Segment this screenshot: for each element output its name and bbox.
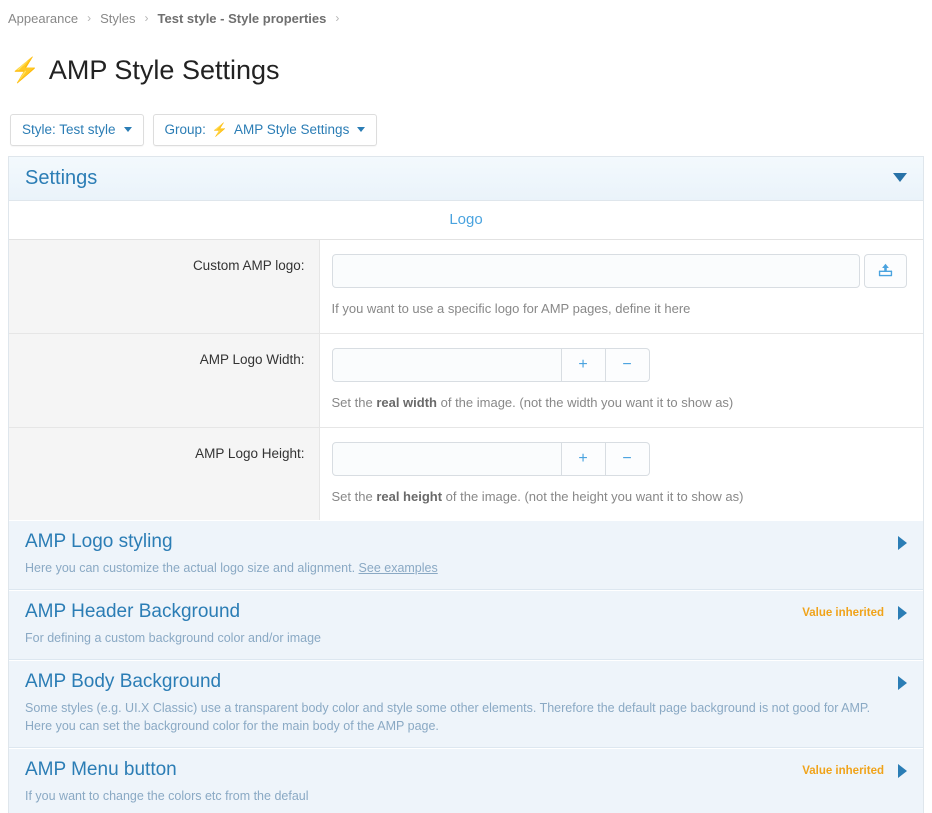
form-row-amp-logo-width: AMP Logo Width: + − Set the real width o… [9,333,923,427]
amp-logo-width-decrement-button[interactable]: − [606,348,650,382]
chevron-right-icon[interactable] [898,764,907,778]
breadcrumb: Appearance › Styles › Test style - Style… [0,0,932,36]
style-selector-label: Style: Test style [22,122,116,137]
breadcrumb-separator-icon: › [87,12,91,24]
form-row-custom-amp-logo: Custom AMP logo: [9,240,923,333]
amp-logo-width-label: AMP Logo Width: [9,333,319,427]
amp-logo-height-label: AMP Logo Height: [9,427,319,520]
chevron-down-icon [357,127,365,132]
section-description: Here you can customize the actual logo s… [25,559,905,577]
custom-amp-logo-help: If you want to use a specific logo for A… [332,300,908,319]
amp-logo-width-input[interactable] [332,348,562,382]
group-selector-label: AMP Style Settings [234,122,349,137]
settings-panel-header[interactable]: Settings [9,157,923,201]
breadcrumb-item-style-properties[interactable]: Test style - Style properties [158,11,327,26]
group-selector-button[interactable]: Group: ⚡ AMP Style Settings [153,114,378,146]
chevron-right-icon[interactable] [898,676,907,690]
help-text-pre: Set the [332,489,377,504]
help-text-post: of the image. (not the height you want i… [442,489,743,504]
page-title-text: AMP Style Settings [49,56,280,86]
lightning-bolt-icon: ⚡ [10,59,40,83]
help-text-pre: Set the [332,395,377,410]
section-title: AMP Header Background [25,601,240,624]
logo-settings-form: Custom AMP logo: [9,240,923,521]
upload-icon [877,262,894,279]
help-text-emphasis: real height [376,489,442,504]
amp-logo-height-decrement-button[interactable]: − [606,442,650,476]
settings-panel: Settings Logo Custom AMP logo: [8,156,924,521]
amp-logo-height-increment-button[interactable]: + [562,442,606,476]
breadcrumb-item-appearance[interactable]: Appearance [8,11,78,26]
breadcrumb-item-styles[interactable]: Styles [100,11,135,26]
chevron-right-icon[interactable] [898,606,907,620]
section-amp-menu-button[interactable]: AMP Menu button Value inherited If you w… [9,748,923,813]
chevron-down-icon[interactable] [893,173,907,182]
section-description-text: For defining a custom background color a… [25,631,321,645]
custom-amp-logo-input[interactable] [332,254,861,288]
section-title: AMP Body Background [25,671,221,694]
section-description-text: If you want to change the colors etc fro… [25,789,309,803]
tabstrip: Logo [9,201,923,240]
section-description: For defining a custom background color a… [25,629,905,647]
section-amp-body-background[interactable]: AMP Body Background Some styles (e.g. UI… [9,660,923,748]
section-list: AMP Logo styling Here you can customize … [8,520,924,813]
chevron-right-icon[interactable] [898,536,907,550]
help-text-post: of the image. (not the width you want it… [437,395,733,410]
style-selector-button[interactable]: Style: Test style [10,114,144,146]
section-title: AMP Logo styling [25,531,173,554]
amp-logo-width-help: Set the real width of the image. (not th… [332,394,908,413]
section-description-text: Here you can customize the actual logo s… [25,561,359,575]
upload-logo-button[interactable] [864,254,907,288]
tab-logo[interactable]: Logo [439,209,492,230]
amp-logo-height-input[interactable] [332,442,562,476]
help-text-emphasis: real width [376,395,437,410]
chevron-down-icon [124,127,132,132]
breadcrumb-separator-icon: › [335,12,339,24]
section-description: Some styles (e.g. UI.X Classic) use a tr… [25,699,905,735]
see-examples-link[interactable]: See examples [359,561,438,575]
page-title: ⚡ AMP Style Settings [0,54,932,96]
selector-row: Style: Test style Group: ⚡ AMP Style Set… [0,114,932,156]
status-badge: Value inherited [802,607,884,619]
status-badge: Value inherited [802,765,884,777]
section-description: If you want to change the colors etc fro… [25,787,905,805]
breadcrumb-separator-icon: › [145,12,149,24]
section-amp-logo-styling[interactable]: AMP Logo styling Here you can customize … [9,520,923,590]
lightning-bolt-icon: ⚡ [212,122,228,138]
section-description-line2: Here you can set the background color fo… [25,717,905,735]
group-selector-prefix: Group: [165,122,206,137]
amp-logo-width-increment-button[interactable]: + [562,348,606,382]
custom-amp-logo-label: Custom AMP logo: [9,240,319,333]
section-description-line1: Some styles (e.g. UI.X Classic) use a tr… [25,699,905,717]
section-amp-header-background[interactable]: AMP Header Background Value inherited Fo… [9,590,923,660]
amp-logo-height-help: Set the real height of the image. (not t… [332,488,908,507]
form-row-amp-logo-height: AMP Logo Height: + − Set the real height… [9,427,923,520]
section-title: AMP Menu button [25,759,177,782]
settings-panel-title: Settings [25,167,97,189]
